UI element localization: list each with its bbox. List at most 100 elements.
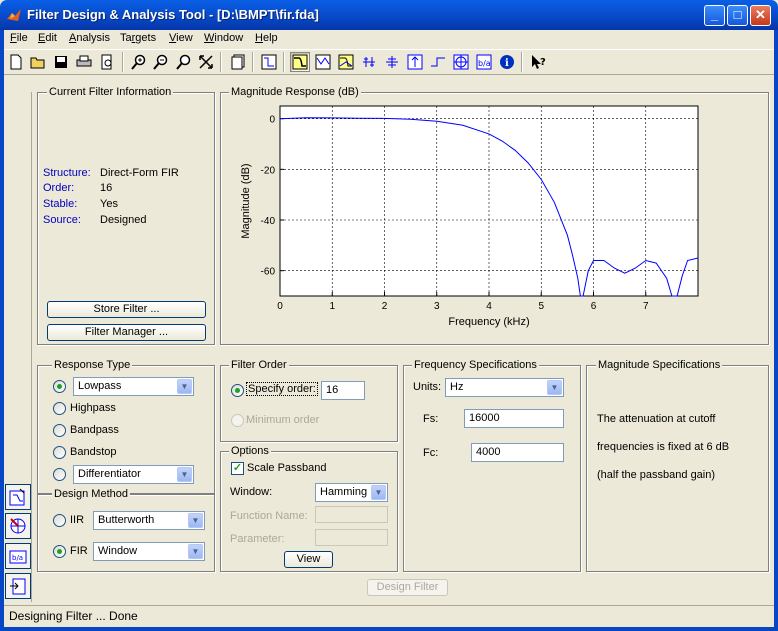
- specify-order-radio[interactable]: [231, 384, 244, 397]
- realize-model-icon[interactable]: b/a: [5, 543, 31, 569]
- x-tick-label: 1: [329, 301, 335, 312]
- menu-file[interactable]: File: [10, 32, 28, 44]
- stable-label: Stable:: [43, 198, 78, 210]
- filter-info-icon[interactable]: i: [497, 52, 517, 72]
- filter-specs-icon[interactable]: [259, 52, 279, 72]
- group-delay-icon[interactable]: [359, 52, 379, 72]
- full-view-icon[interactable]: [196, 52, 216, 72]
- fir-label: FIR: [70, 545, 88, 557]
- specify-order-label: Specify order:: [246, 382, 318, 396]
- whats-this-icon[interactable]: ?: [528, 52, 548, 72]
- options-title: Options: [229, 445, 271, 457]
- bandstop-radio[interactable]: [53, 446, 66, 459]
- chevron-down-icon: ▼: [188, 513, 203, 528]
- iir-radio[interactable]: [53, 514, 66, 527]
- print-icon[interactable]: [74, 52, 94, 72]
- toolbar-separator: [283, 52, 285, 72]
- design-method-title: Design Method: [52, 488, 130, 500]
- zoom-out-icon[interactable]: [151, 52, 171, 72]
- matlab-icon: [7, 9, 21, 21]
- chevron-down-icon: ▼: [177, 467, 192, 482]
- pole-zero-editor-icon[interactable]: [5, 513, 31, 539]
- parameter-input[interactable]: [315, 529, 388, 546]
- structure-value: Direct-Form FIR: [100, 167, 179, 179]
- units-select[interactable]: Hz ▼: [445, 378, 564, 397]
- differentiator-select[interactable]: Differentiator ▼: [73, 465, 194, 484]
- new-figure-icon[interactable]: [228, 52, 248, 72]
- menu-help[interactable]: Help: [255, 32, 278, 44]
- order-value: 16: [100, 182, 113, 194]
- frequency-specs-title: Frequency Specifications: [412, 359, 539, 371]
- bandpass-radio[interactable]: [53, 424, 66, 437]
- menu-analysis[interactable]: Analysis: [69, 32, 110, 44]
- view-button[interactable]: View: [284, 551, 333, 568]
- pole-zero-icon[interactable]: [451, 52, 471, 72]
- zoom-x-icon[interactable]: [174, 52, 194, 72]
- toolbar-separator: [220, 52, 222, 72]
- step-response-icon[interactable]: [428, 52, 448, 72]
- function-name-input[interactable]: [315, 506, 388, 523]
- magnitude-specs-title: Magnitude Specifications: [596, 359, 723, 371]
- order-label: Order:: [43, 182, 75, 194]
- x-tick-label: 3: [434, 301, 440, 312]
- chevron-down-icon: ▼: [547, 380, 562, 395]
- new-icon[interactable]: [6, 52, 26, 72]
- open-icon[interactable]: [28, 52, 48, 72]
- magnitude-specs-line2: frequencies is fixed at 6 dB: [597, 441, 730, 453]
- title-bar[interactable]: Filter Design & Analysis Tool - [D:\BMPT…: [0, 0, 778, 30]
- status-bar: Designing Filter ... Done: [4, 605, 774, 627]
- lowpass-radio[interactable]: [53, 380, 66, 393]
- scale-passband-checkbox[interactable]: ✓: [231, 462, 244, 475]
- zoom-in-icon[interactable]: [129, 52, 149, 72]
- magnitude-specs-line1: The attenuation at cutoff: [597, 413, 716, 425]
- svg-text:i: i: [505, 58, 509, 69]
- impulse-response-icon[interactable]: [405, 52, 425, 72]
- x-tick-label: 6: [591, 301, 597, 312]
- minimum-order-label: Minimum order: [246, 414, 320, 426]
- coefficients-icon[interactable]: b/a: [474, 52, 494, 72]
- filter-manager-button[interactable]: Filter Manager ...: [47, 324, 206, 341]
- fs-input[interactable]: 16000: [464, 409, 564, 428]
- magnitude-plot[interactable]: 0 1 2 3 4 5 6 7 0 -20 -40 -60 Magnitude (dB) Freque…: [223, 101, 767, 341]
- minimum-order-radio[interactable]: [231, 414, 244, 427]
- fir-type-select[interactable]: Window ▼: [93, 542, 205, 561]
- phase-delay-icon[interactable]: [382, 52, 402, 72]
- menu-targets[interactable]: Targets: [120, 32, 156, 44]
- x-tick-label: 0: [277, 301, 283, 312]
- transform-filter-icon[interactable]: [5, 484, 31, 510]
- source-value: Designed: [100, 214, 147, 226]
- store-filter-button[interactable]: Store Filter ...: [47, 301, 206, 318]
- magnitude-response-icon[interactable]: [290, 52, 310, 72]
- plot-panel-title: Magnitude Response (dB): [229, 86, 361, 98]
- differentiator-radio[interactable]: [53, 468, 66, 481]
- response-type-title: Response Type: [52, 359, 133, 371]
- minimize-button[interactable]: _: [704, 5, 725, 26]
- highpass-radio[interactable]: [53, 402, 66, 415]
- fc-label: Fc:: [423, 447, 439, 459]
- iir-type-select[interactable]: Butterworth ▼: [93, 511, 205, 530]
- fc-input[interactable]: 4000: [471, 443, 564, 462]
- print-preview-icon[interactable]: [97, 52, 117, 72]
- menu-window[interactable]: Window: [204, 32, 243, 44]
- source-label: Source:: [43, 214, 81, 226]
- magnitude-phase-icon[interactable]: [336, 52, 356, 72]
- window-select[interactable]: Hamming ▼: [315, 483, 388, 502]
- menu-view[interactable]: View: [169, 32, 193, 44]
- fir-radio[interactable]: [53, 545, 66, 558]
- maximize-button[interactable]: □: [727, 5, 748, 26]
- window-frame-bottom: [0, 627, 778, 631]
- x-axis-label: Frequency (kHz): [448, 316, 529, 328]
- chevron-down-icon: ▼: [177, 379, 192, 394]
- menu-edit[interactable]: Edit: [38, 32, 57, 44]
- import-filter-icon[interactable]: [5, 573, 31, 599]
- close-button[interactable]: ✕: [750, 5, 771, 26]
- bandpass-label: Bandpass: [70, 424, 119, 436]
- save-icon[interactable]: [51, 52, 71, 72]
- magnitude-specs-line3: (half the passband gain): [597, 469, 716, 481]
- scale-passband-label: Scale Passband: [247, 462, 327, 474]
- x-tick-label: 7: [643, 301, 649, 312]
- lowpass-select[interactable]: Lowpass ▼: [73, 377, 194, 396]
- design-filter-button[interactable]: Design Filter: [367, 579, 448, 596]
- phase-response-icon[interactable]: [313, 52, 333, 72]
- order-input[interactable]: 16: [321, 381, 365, 400]
